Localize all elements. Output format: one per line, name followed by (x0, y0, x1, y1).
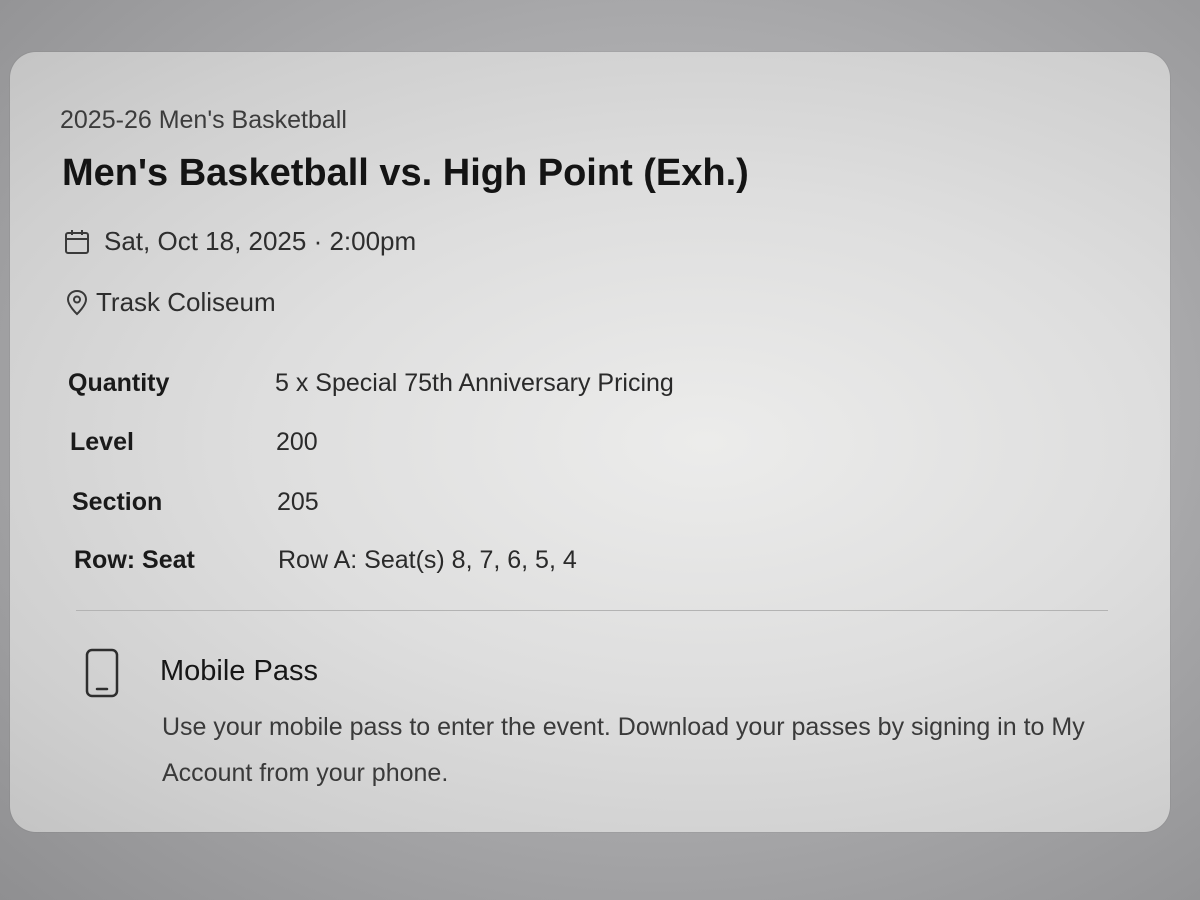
map-pin-icon (66, 289, 88, 317)
level-label: Level (70, 428, 134, 456)
quantity-value: 5 x Special 75th Anniversary Pricing (275, 369, 674, 397)
event-datetime: Sat, Oct 18, 2025 · 2:00pm (104, 226, 417, 256)
mobile-pass-description: Use your mobile pass to enter the event.… (162, 713, 1085, 787)
section-value: 205 (277, 488, 319, 516)
event-venue-row: Trask Coliseum (66, 287, 276, 318)
divider (76, 610, 1108, 611)
quantity-label: Quantity (68, 369, 170, 397)
event-datetime-row: Sat, Oct 18, 2025 · 2:00pm (64, 226, 416, 257)
level-value: 200 (276, 428, 318, 456)
screen: 2025-26 Men's Basketball Men's Basketbal… (0, 0, 1200, 900)
calendar-icon (64, 229, 90, 255)
mobile-phone-icon (84, 648, 120, 703)
mobile-pass-title: Mobile Pass (160, 655, 318, 687)
event-venue: Trask Coliseum (96, 287, 276, 317)
section-label: Section (72, 488, 163, 516)
season-label: 2025-26 Men's Basketball (60, 106, 347, 134)
row-seat-value: Row A: Seat(s) 8, 7, 6, 5, 4 (278, 546, 577, 574)
row-seat-label: Row: Seat (74, 546, 195, 574)
event-title: Men's Basketball vs. High Point (Exh.) (62, 152, 749, 194)
